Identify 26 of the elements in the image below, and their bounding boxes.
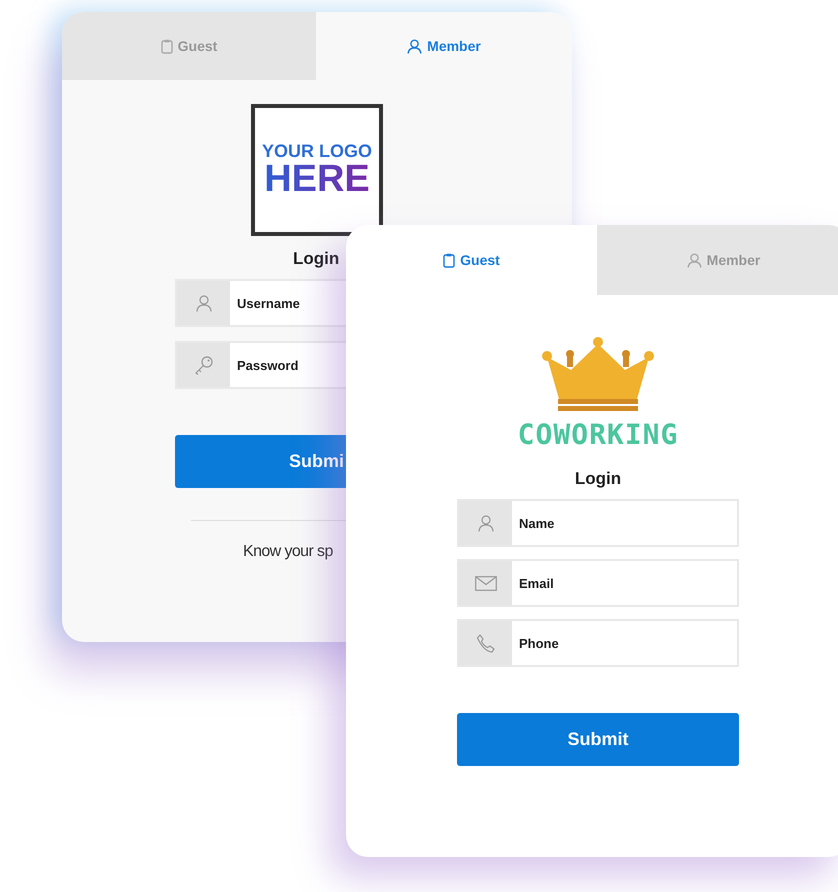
user-icon bbox=[196, 294, 212, 312]
tab[interactable]: Member bbox=[597, 225, 838, 295]
logo-text: COWORKING bbox=[518, 421, 678, 449]
tab[interactable]: Guest bbox=[346, 225, 597, 295]
login-heading: Login bbox=[574, 469, 622, 489]
phone-icon bbox=[476, 634, 495, 652]
input-field[interactable]: Username bbox=[175, 279, 346, 327]
crown-icon bbox=[541, 337, 655, 413]
submit-button[interactable]: Submi bbox=[175, 435, 346, 488]
clipboard-icon bbox=[443, 252, 456, 268]
user-icon bbox=[686, 252, 702, 268]
tab[interactable]: Member bbox=[316, 12, 572, 80]
submit-button[interactable]: Submit bbox=[457, 713, 739, 766]
input-field[interactable]: Phone bbox=[457, 619, 739, 667]
logo-text: YOUR LOGO bbox=[262, 142, 372, 160]
input-field[interactable]: Name bbox=[457, 499, 739, 547]
input-field[interactable]: Email bbox=[457, 559, 739, 607]
input-field[interactable]: Password bbox=[175, 341, 346, 389]
login-heading: Login bbox=[293, 249, 340, 269]
footer-text: Know your sp bbox=[243, 543, 333, 561]
clipboard-icon bbox=[160, 38, 173, 54]
key-icon bbox=[194, 355, 214, 375]
user-icon bbox=[407, 38, 422, 54]
user-icon bbox=[478, 514, 494, 532]
tab[interactable]: Guest bbox=[62, 12, 316, 80]
envelope-icon bbox=[474, 576, 496, 590]
